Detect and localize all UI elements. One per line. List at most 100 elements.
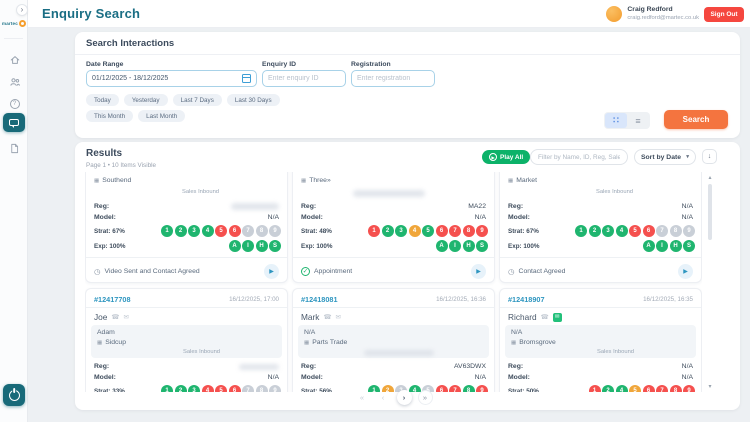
exp-score-label: Exp: 100% (301, 243, 333, 250)
enquiry-id-input[interactable] (262, 70, 346, 87)
chip-today[interactable]: Today (86, 94, 119, 106)
sidebar-item-home[interactable] (7, 52, 22, 67)
play-recording-button[interactable]: ▶ (264, 264, 279, 279)
score-circle: 8 (463, 225, 475, 237)
scroll-up-icon[interactable]: ▴ (706, 174, 714, 181)
exp-circles: AIHS (227, 240, 281, 252)
salesperson-name: N/A (511, 329, 522, 336)
brand-logo: martec (2, 16, 27, 30)
calendar-icon[interactable] (242, 74, 251, 83)
score-circle: 2 (589, 225, 601, 237)
chip-this-month[interactable]: This Month (86, 110, 133, 122)
sort-select[interactable]: Sort by Date ▾ (634, 149, 696, 165)
chip-last-month[interactable]: Last Month (138, 110, 185, 122)
score-circle: 7 (449, 225, 461, 237)
grid-view-button[interactable]: ∷ (605, 113, 627, 128)
enquiry-id-link[interactable]: #12418081 (301, 295, 338, 304)
score-circle: S (683, 240, 695, 252)
score-circle: A (436, 240, 448, 252)
enquiry-datetime: 16/12/2025, 16:36 (436, 296, 486, 303)
enquiry-card[interactable]: #12417708 16/12/2025, 17:00 Joe ☎ ✉ Adam… (85, 288, 288, 392)
score-circle: 9 (269, 225, 281, 237)
results-scrollbar[interactable]: ▴ ▾ (706, 174, 714, 390)
score-circle: A (643, 240, 655, 252)
reg-label: Reg: (94, 363, 109, 370)
score-circle: A (229, 240, 241, 252)
mail-icon-active[interactable]: ✉ (553, 313, 562, 322)
model-label: Model: (301, 374, 323, 381)
chip-yesterday[interactable]: Yesterday (124, 94, 168, 106)
enquiry-card[interactable]: ▦Southend Sales Inbound Reg: Model:N/A S… (85, 172, 288, 283)
sidebar-expand-button[interactable]: › (16, 4, 28, 16)
strat-score-label: Strat: 48% (301, 228, 332, 235)
power-icon (9, 390, 20, 401)
user-email: craig.redford@martec.co.uk (627, 15, 699, 23)
enquiry-card[interactable]: #12418907 16/12/2025, 16:35 Richard ☎ ✉ … (499, 288, 702, 392)
prev-page-button[interactable]: ‹ (376, 390, 391, 405)
reg-label: Reg: (508, 203, 523, 210)
score-circle: S (269, 240, 281, 252)
card-location: Bromsgrove (519, 339, 556, 346)
registration-input[interactable] (351, 70, 435, 87)
sidebar-item-help[interactable]: ? (7, 96, 22, 111)
enquiry-datetime: 16/12/2025, 17:00 (229, 296, 279, 303)
score-circle: I (449, 240, 461, 252)
top-bar: Enquiry Search Craig Redford craig.redfo… (28, 0, 750, 28)
next-page-button[interactable]: › (397, 390, 412, 405)
users-icon (9, 76, 21, 88)
phone-icon: ☎ (111, 313, 119, 321)
search-panel: Search Interactions Date Range Enquiry I… (75, 32, 740, 138)
document-icon (9, 143, 20, 154)
strat-circles: 123456789 (574, 225, 696, 237)
model-value: N/A (475, 214, 486, 221)
home-icon (9, 54, 21, 66)
sidebar-item-contacts[interactable] (7, 74, 22, 89)
reg-value: AV63DWX (454, 363, 486, 370)
enquiry-datetime: 16/12/2025, 16:35 (643, 296, 693, 303)
enquiry-card[interactable]: ▦Market Sales Inbound Reg:N/A Model:N/A … (499, 172, 702, 283)
exp-circles: AIHS (434, 240, 488, 252)
reg-value-redacted (231, 203, 279, 210)
chip-last-30-days[interactable]: Last 30 Days (227, 94, 280, 106)
chevron-down-icon: ▾ (686, 154, 689, 160)
exp-score-label: Exp: 100% (508, 243, 540, 250)
scrollbar-thumb[interactable] (708, 184, 712, 240)
enquiry-id-link[interactable]: #12418907 (508, 295, 545, 304)
power-button[interactable] (3, 384, 25, 406)
first-page-button[interactable]: « (355, 390, 370, 405)
model-label: Model: (94, 214, 116, 221)
play-all-button[interactable]: ▶ Play All (482, 150, 530, 164)
play-recording-button[interactable]: ▶ (471, 264, 486, 279)
source-badge-redacted (364, 350, 434, 356)
chip-last-7-days[interactable]: Last 7 Days (173, 94, 222, 106)
sidebar-item-enquiries-active[interactable] (3, 113, 25, 132)
enquiry-card[interactable]: ▦Three» Reg:MA22 Model:N/A Strat: 48%123… (292, 172, 495, 283)
card-location: Three» (309, 177, 331, 184)
exp-score-label: Exp: 100% (94, 243, 126, 250)
date-range-input[interactable] (86, 70, 257, 87)
pagination: « ‹ › » (85, 390, 702, 405)
search-panel-title: Search Interactions (86, 38, 174, 49)
score-circle: 5 (215, 225, 227, 237)
card-location: Market (516, 177, 537, 184)
last-page-button[interactable]: » (418, 390, 433, 405)
score-circle: 6 (436, 225, 448, 237)
score-circle: 3 (395, 225, 407, 237)
search-button[interactable]: Search (664, 110, 728, 129)
enquiry-id-link[interactable]: #12417708 (94, 295, 131, 304)
results-filter-input[interactable] (530, 149, 628, 165)
enquiry-card[interactable]: #12418081 16/12/2025, 16:36 Mark ☎ ✉ N/A… (292, 288, 495, 392)
avatar[interactable] (606, 6, 622, 22)
list-view-button[interactable]: ≡ (627, 113, 649, 128)
contact-name: Joe (94, 312, 107, 322)
salesperson-box: Adam ▦Sidcup Sales Inbound (91, 325, 282, 358)
sidebar: martec › ? (0, 0, 28, 422)
sign-out-button[interactable]: Sign Out (704, 7, 744, 22)
page-title: Enquiry Search (42, 0, 140, 28)
sidebar-item-documents[interactable] (7, 141, 22, 156)
reg-label: Reg: (508, 363, 523, 370)
download-button[interactable]: ↓ (702, 149, 717, 164)
scroll-down-icon[interactable]: ▾ (706, 383, 714, 390)
brand-logo-ring (19, 20, 26, 27)
play-recording-button[interactable]: ▶ (678, 264, 693, 279)
